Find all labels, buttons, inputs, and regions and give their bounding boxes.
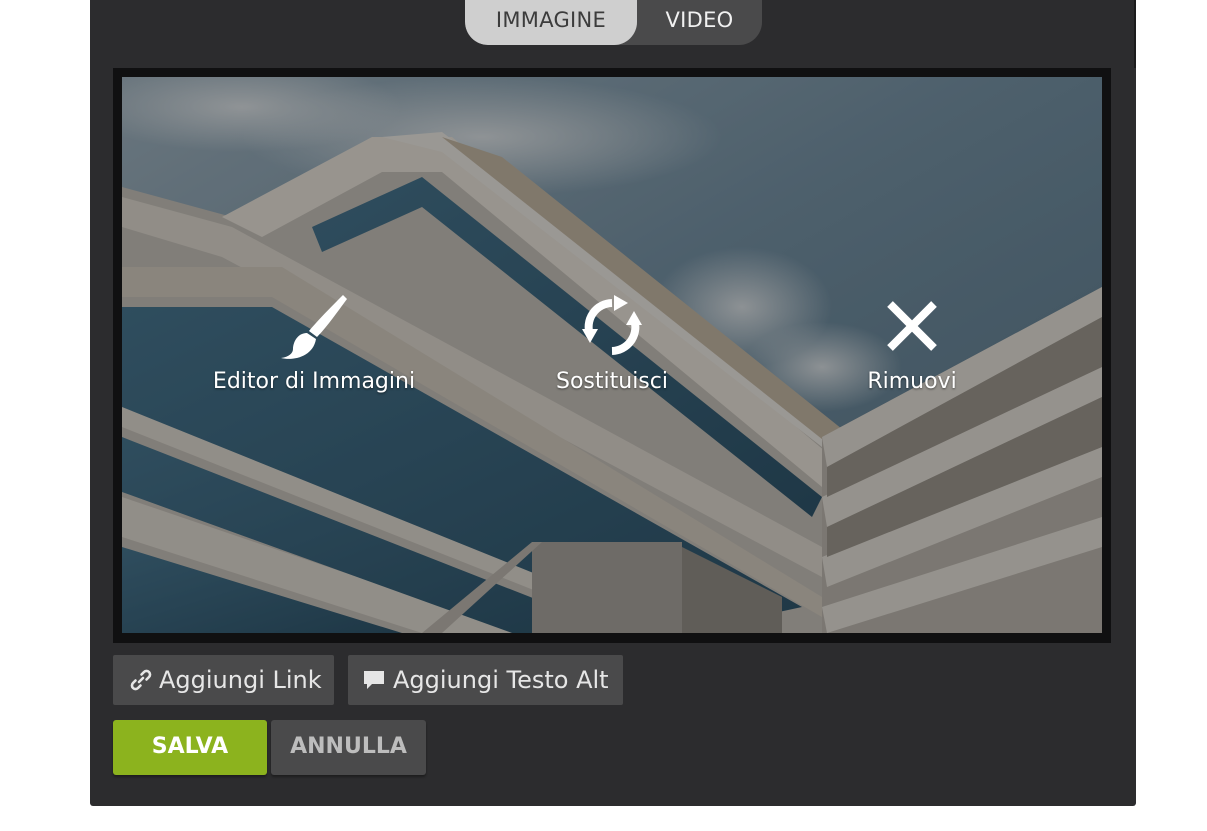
add-alt-text-label: Aggiungi Testo Alt — [393, 666, 609, 694]
cancel-button[interactable]: ANNULLA — [271, 720, 426, 775]
link-icon — [130, 669, 152, 691]
add-link-button[interactable]: Aggiungi Link — [113, 655, 334, 705]
media-type-toggle: IMMAGINE VIDEO — [465, 0, 762, 45]
add-alt-text-button[interactable]: Aggiungi Testo Alt — [348, 655, 623, 705]
toggle-image-option[interactable]: IMMAGINE — [465, 0, 637, 45]
replace-image-label: Sostituisci — [556, 369, 668, 394]
add-link-label: Aggiungi Link — [159, 666, 322, 694]
save-button[interactable]: SALVA — [113, 720, 267, 775]
image-editor-action[interactable]: Editor di Immagini — [180, 295, 448, 394]
toggle-video-option[interactable]: VIDEO — [637, 0, 762, 45]
replace-image-action[interactable]: Sostituisci — [527, 295, 697, 394]
paintbrush-icon — [281, 295, 347, 359]
refresh-icon — [582, 295, 642, 355]
remove-image-label: Rimuovi — [867, 369, 957, 394]
remove-image-action[interactable]: Rimuovi — [842, 295, 982, 394]
image-editor-label: Editor di Immagini — [212, 369, 416, 394]
media-preview-frame: Editor di Immagini Sostituisci Rimuovi — [113, 68, 1111, 643]
panel-edge — [1134, 0, 1136, 68]
speech-bubble-icon — [364, 671, 384, 689]
media-image-preview: Editor di Immagini Sostituisci Rimuovi — [122, 77, 1102, 633]
close-icon — [887, 301, 937, 351]
